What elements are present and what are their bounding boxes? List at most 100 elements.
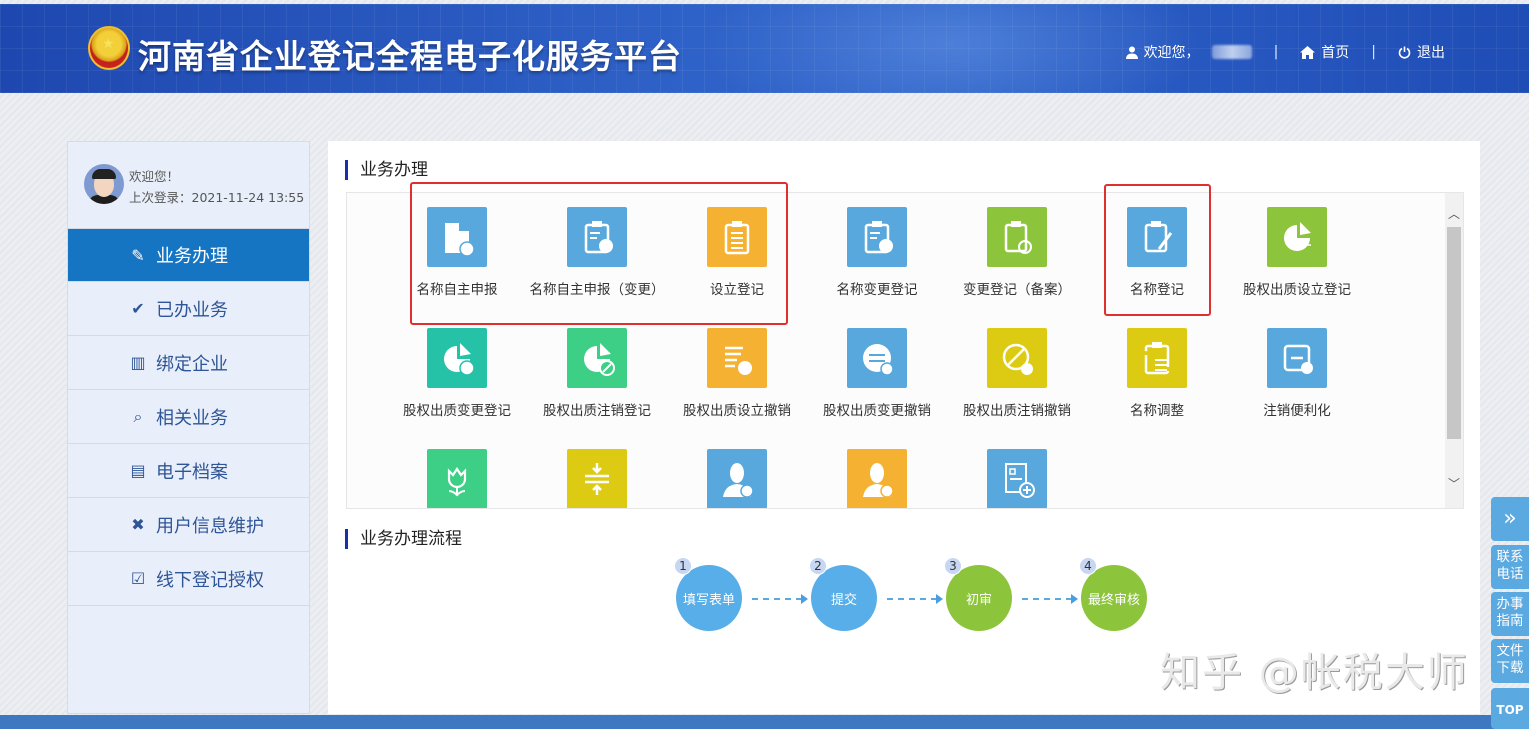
back-to-top-button[interactable]: TOP xyxy=(1491,688,1529,729)
service-label: 设立登记 xyxy=(710,282,764,298)
welcome-text: 欢迎您， xyxy=(1143,45,1200,61)
sidebar-item-label: 绑定企业 xyxy=(156,353,228,375)
pie-chart-doc-icon xyxy=(1267,207,1327,267)
service-label: 名称调整 xyxy=(1130,403,1184,419)
service-tile[interactable]: 名称调整 xyxy=(1087,328,1227,421)
sidebar-item-label: 已办业务 xyxy=(156,299,228,321)
service-tile[interactable]: 股权出质注销登记 xyxy=(527,328,667,421)
home-icon xyxy=(1300,45,1316,59)
service-tile[interactable]: 股权出质设立登记 xyxy=(1227,207,1367,300)
service-label: 变更登记（备案） xyxy=(963,282,1071,298)
step-label: 填写表单 xyxy=(682,592,735,608)
step-arrow-icon xyxy=(887,594,943,604)
chevron-up-icon[interactable]: ︿ xyxy=(1445,205,1463,222)
sidebar-menu: ✎ 业务办理 ✔ 已办业务 ▥ 绑定企业 ⌕ 相关业务 ▤ 电子档案 ✖ 用户信息维护 ☑ 线下登记授权 xyxy=(68,229,309,606)
service-tile[interactable]: 设立登记 xyxy=(667,207,807,300)
clipboard-list-icon xyxy=(707,207,767,267)
divider: | xyxy=(1371,44,1376,60)
contact-phone-button[interactable]: 联系电话 xyxy=(1491,545,1529,589)
sidebar-item-1[interactable]: ✔ 已办业务 xyxy=(68,282,309,336)
service-tile[interactable]: 股权出质变更登记 xyxy=(387,328,527,421)
logout-link[interactable]: 退出 xyxy=(1398,42,1445,62)
step-number: 2 xyxy=(809,557,827,575)
archive-box-icon: ▤ xyxy=(130,461,146,480)
clipboard-exchange-icon xyxy=(567,207,627,267)
service-label: 股权出质注销登记 xyxy=(543,403,651,419)
process-step: 4 最终审核 xyxy=(1079,557,1147,631)
user-profile: 欢迎您！ 上次登录：2021-11-24 13:55 xyxy=(68,142,309,229)
exchange-undo-icon xyxy=(847,328,907,388)
step-number: 3 xyxy=(944,557,962,575)
clipboard-refresh-icon xyxy=(987,207,1047,267)
power-icon xyxy=(1398,46,1411,59)
service-tile[interactable] xyxy=(667,449,807,508)
service-tile[interactable]: 股权出质变更撤销 xyxy=(807,328,947,421)
sidebar-item-2[interactable]: ▥ 绑定企业 xyxy=(68,336,309,390)
footer-bar xyxy=(0,715,1529,729)
user-icon xyxy=(1125,46,1138,59)
exit-flash-icon xyxy=(1267,328,1327,388)
file-download-button[interactable]: 文件下载 xyxy=(1491,639,1529,683)
sidebar: 欢迎您！ 上次登录：2021-11-24 13:55 ✎ 业务办理 ✔ 已办业务 ▥ 绑定… xyxy=(67,141,310,714)
service-tile[interactable]: 变更登记（备案） xyxy=(947,207,1087,300)
step-label: 初审 xyxy=(965,592,992,608)
step-label: 最终审核 xyxy=(1087,592,1140,608)
step-number: 1 xyxy=(674,557,692,575)
cancel-undo-icon xyxy=(987,328,1047,388)
service-tile[interactable]: 股权出质设立撤销 xyxy=(667,328,807,421)
service-tile[interactable] xyxy=(807,449,947,508)
person-minus-icon xyxy=(707,449,767,508)
service-tile[interactable]: 名称登记 xyxy=(1087,207,1227,300)
sidebar-item-3[interactable]: ⌕ 相关业务 xyxy=(68,390,309,444)
service-tile[interactable] xyxy=(947,449,1087,508)
tulip-icon xyxy=(427,449,487,508)
service-label: 名称自主申报 xyxy=(416,282,498,298)
sidebar-item-0[interactable]: ✎ 业务办理 xyxy=(68,229,309,282)
clipboard-pen-icon xyxy=(1127,207,1187,267)
sidebar-item-4[interactable]: ▤ 电子档案 xyxy=(68,444,309,498)
document-search-icon: ⌕ xyxy=(133,406,143,426)
site-header: ★ 河南省企业登记全程电子化服务平台 欢迎您， | 首页 | 退出 xyxy=(0,4,1529,93)
sidebar-item-label: 业务办理 xyxy=(156,246,228,267)
service-label: 股权出质设立登记 xyxy=(1243,282,1351,298)
document-plus-icon xyxy=(987,449,1047,508)
service-tile[interactable]: 名称自主申报（变更） xyxy=(527,207,667,300)
avatar xyxy=(84,164,124,204)
home-link[interactable]: 首页 xyxy=(1300,42,1349,62)
service-tile[interactable] xyxy=(387,449,527,508)
step-arrow-icon xyxy=(752,594,808,604)
site-title: 河南省企业登记全程电子化服务平台 xyxy=(138,37,682,76)
sidebar-item-label: 线下登记授权 xyxy=(156,569,264,591)
expand-float-button[interactable]: » xyxy=(1491,497,1529,541)
watermark: 知乎 @帐税大师 xyxy=(1160,650,1469,696)
welcome-user: 欢迎您， xyxy=(1125,42,1252,62)
person-refresh-icon xyxy=(847,449,907,508)
service-tile[interactable]: 股权出质注销撤销 xyxy=(947,328,1087,421)
chevron-down-icon[interactable]: ﹀ xyxy=(1445,475,1463,492)
last-login: 上次登录：2021-11-24 13:55 xyxy=(129,190,305,205)
profile-welcome: 欢迎您！ xyxy=(129,169,180,184)
clipboard-exchange-icon xyxy=(847,207,907,267)
process-step: 3 初审 xyxy=(944,557,1012,631)
service-tile[interactable]: 名称变更登记 xyxy=(807,207,947,300)
service-tile[interactable]: 名称自主申报 xyxy=(387,207,527,300)
divider: | xyxy=(1273,44,1279,60)
sidebar-item-label: 电子档案 xyxy=(156,461,228,483)
logout-label: 退出 xyxy=(1417,45,1445,61)
service-label: 名称变更登记 xyxy=(836,282,918,298)
sidebar-item-5[interactable]: ✖ 用户信息维护 xyxy=(68,498,309,552)
guide-button[interactable]: 办事指南 xyxy=(1491,592,1529,636)
process-title: 业务办理流程 xyxy=(345,529,462,549)
step-number: 4 xyxy=(1079,557,1097,575)
scrollbar-thumb[interactable] xyxy=(1447,227,1461,439)
building-name-icon xyxy=(427,207,487,267)
process-step: 2 提交 xyxy=(809,557,877,631)
merge-arrows-icon xyxy=(567,449,627,508)
building-icon: ▥ xyxy=(130,353,146,372)
service-label: 股权出质注销撤销 xyxy=(963,403,1071,419)
service-tile[interactable]: 注销便利化 xyxy=(1227,328,1367,421)
service-tile[interactable] xyxy=(527,449,667,508)
process-step: 1 填写表单 xyxy=(674,557,742,631)
sidebar-item-6[interactable]: ☑ 线下登记授权 xyxy=(68,552,309,606)
services-scrollbar[interactable]: ︿ ﹀ xyxy=(1445,193,1463,508)
